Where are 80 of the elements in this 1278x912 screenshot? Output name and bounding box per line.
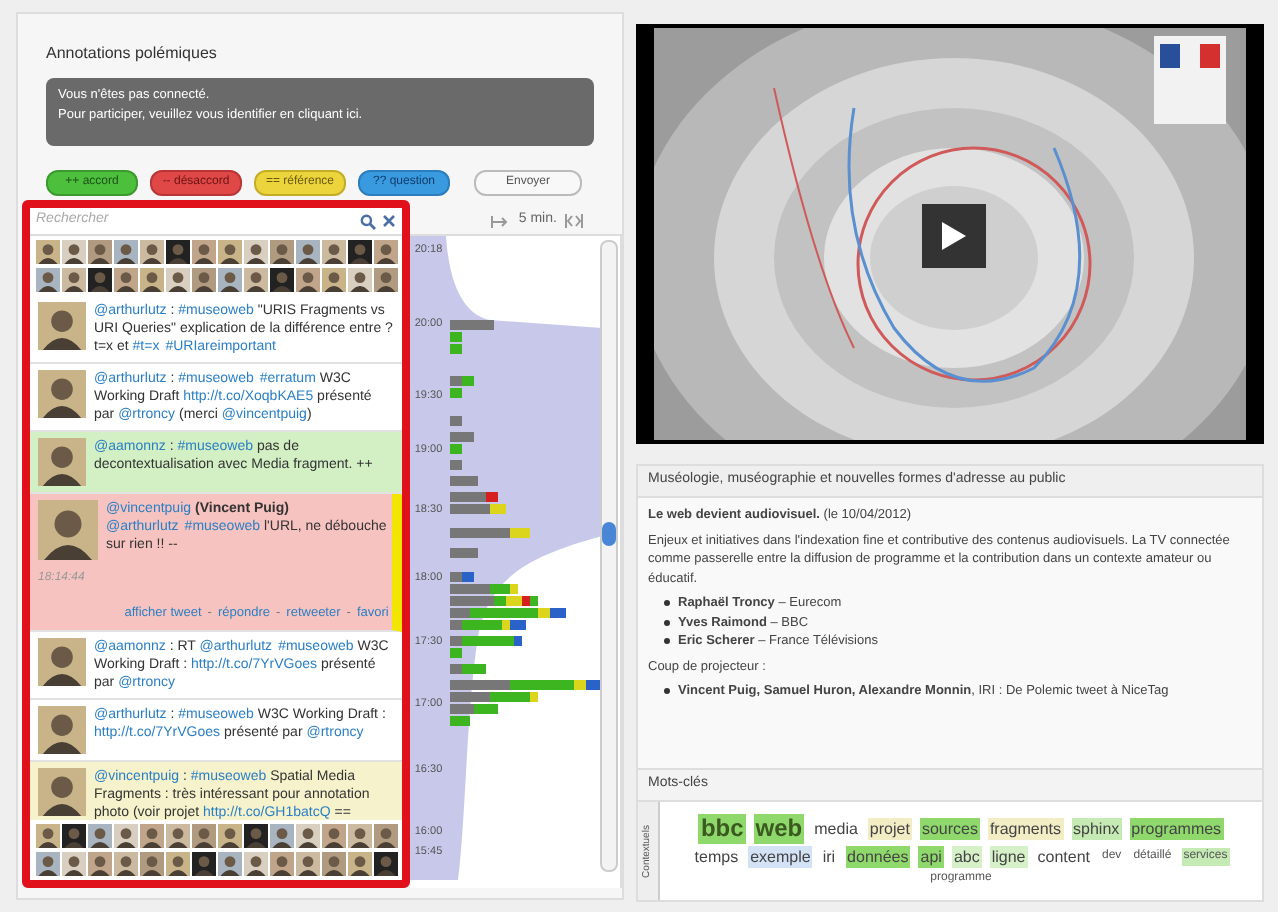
avatar-icon[interactable] [62, 852, 86, 876]
avatar-icon[interactable] [296, 240, 320, 264]
scrollbar[interactable] [600, 240, 618, 872]
avatar-icon[interactable] [166, 268, 190, 292]
avatar-icon[interactable] [192, 240, 216, 264]
avatar-icon[interactable] [374, 268, 398, 292]
avatar-icon[interactable] [348, 852, 372, 876]
avatar-icon[interactable] [322, 852, 346, 876]
avatar-icon[interactable] [36, 240, 60, 264]
keyword-tag[interactable]: temps [692, 846, 741, 868]
avatar-icon [38, 438, 86, 486]
avatar-icon[interactable] [374, 824, 398, 848]
avatar-icon[interactable] [88, 852, 112, 876]
keyword-tag[interactable]: sphinx [1071, 818, 1122, 840]
avatar-icon[interactable] [62, 240, 86, 264]
avatar-icon[interactable] [322, 824, 346, 848]
keyword-tag[interactable]: ligne [989, 846, 1028, 868]
avatar-icon[interactable] [218, 824, 242, 848]
keyword-tag[interactable]: exemple [748, 846, 813, 868]
close-icon[interactable] [382, 214, 397, 228]
keyword-tag[interactable]: projet [867, 818, 912, 840]
avatar-icon[interactable] [166, 824, 190, 848]
avatar-icon[interactable] [140, 852, 164, 876]
avatar-icon[interactable] [244, 852, 268, 876]
avatar-icon[interactable] [166, 852, 190, 876]
avatar-icon[interactable] [322, 268, 346, 292]
avatar-icon[interactable] [348, 824, 372, 848]
avatar-icon[interactable] [114, 240, 138, 264]
avatar-icon[interactable] [270, 824, 294, 848]
avatar-icon[interactable] [244, 268, 268, 292]
avatar-icon[interactable] [62, 268, 86, 292]
avatar-icon[interactable] [140, 824, 164, 848]
avatar-icon [38, 705, 86, 754]
keyword-tag[interactable]: fragments [987, 818, 1064, 840]
avatar-icon[interactable] [88, 240, 112, 264]
avatar-icon[interactable] [36, 852, 60, 876]
avatar-icon[interactable] [244, 240, 268, 264]
avatar-icon [38, 767, 86, 816]
avatar-icon[interactable] [114, 824, 138, 848]
avatar-icon[interactable] [114, 268, 138, 292]
avatar-icon[interactable] [36, 824, 60, 848]
zoom-out-icon[interactable] [490, 213, 511, 229]
avatar-icon[interactable] [296, 268, 320, 292]
avatar-icon[interactable] [192, 268, 216, 292]
keyword-tag[interactable]: content [1035, 846, 1092, 868]
avatar-icon [38, 302, 86, 350]
avatar-icon[interactable] [140, 268, 164, 292]
avatar-icon[interactable] [88, 824, 112, 848]
avatar-icon[interactable] [114, 852, 138, 876]
avatar-icon[interactable] [218, 240, 242, 264]
avatar-icon[interactable] [36, 268, 60, 292]
play-button[interactable] [922, 204, 986, 268]
keyword-tag[interactable]: abc [951, 846, 982, 868]
keyword-tag[interactable]: media [812, 818, 860, 840]
avatar-icon[interactable] [296, 824, 320, 848]
keyword-tag[interactable]: iri [820, 846, 838, 868]
avatar-icon[interactable] [218, 268, 242, 292]
keyword-tag[interactable]: données [845, 846, 911, 868]
keyword-tag[interactable]: programmes [1129, 818, 1224, 840]
avatar-icon [38, 637, 86, 686]
avatar-icon[interactable] [270, 852, 294, 876]
avatar-icon[interactable] [218, 852, 242, 876]
avatar-icon[interactable] [322, 240, 346, 264]
avatar-icon[interactable] [296, 852, 320, 876]
keyword-tag[interactable]: web [753, 814, 805, 844]
play-icon [940, 220, 968, 252]
avatar-icon[interactable] [270, 240, 294, 264]
keyword-tag[interactable]: sources [919, 818, 980, 840]
avatar-icon[interactable] [140, 240, 164, 264]
search-icon[interactable] [360, 213, 377, 229]
zoom-in-icon[interactable] [564, 212, 585, 230]
avatar-icon [38, 370, 86, 418]
avatar-icon[interactable] [192, 824, 216, 848]
avatar-icon[interactable] [374, 240, 398, 264]
avatar-icon[interactable] [348, 268, 372, 292]
keyword-tag[interactable]: api [918, 846, 944, 868]
avatar-icon [38, 500, 98, 560]
keyword-tag[interactable]: bbc [698, 814, 746, 844]
scroll-thumb[interactable] [602, 522, 616, 546]
panel-title: Annotations polémiques [46, 42, 219, 66]
